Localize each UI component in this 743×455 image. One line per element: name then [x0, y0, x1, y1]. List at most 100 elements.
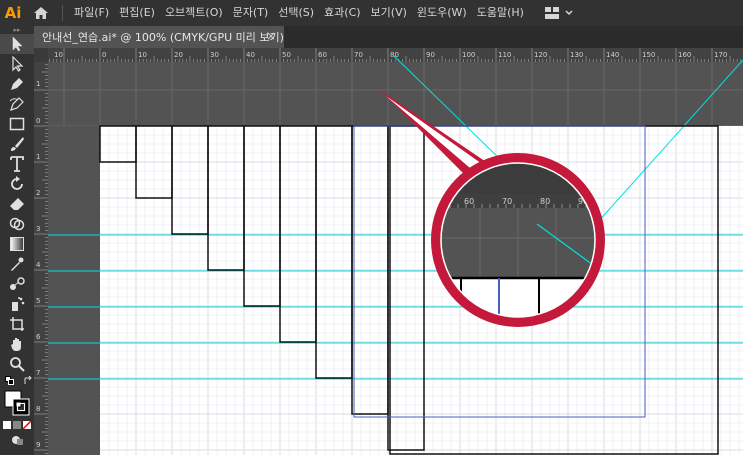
close-icon[interactable]: ×	[266, 29, 276, 43]
magnifier-icon	[10, 357, 25, 372]
ruler-label: 90	[426, 51, 435, 59]
rotate-icon	[11, 176, 23, 190]
eraser-icon	[10, 198, 24, 210]
menu-select[interactable]: 선택(S)	[273, 0, 319, 26]
ruler-label: 70	[354, 51, 363, 59]
zoom-tool[interactable]	[0, 354, 34, 374]
ruler-label: 1	[36, 153, 40, 161]
menu-window[interactable]: 윈도우(W)	[412, 0, 472, 26]
ruler-label: 0	[36, 117, 40, 125]
ruler-label: 110	[498, 51, 511, 59]
ruler-label: 5	[36, 297, 40, 305]
symbol-sprayer-icon	[12, 297, 25, 311]
workspace-grid-icon	[544, 7, 559, 19]
ruler-label: 50	[282, 51, 291, 59]
panel-grip[interactable]: ▸▸	[0, 26, 34, 34]
ruler-label: 2	[36, 189, 40, 197]
gradient-tool[interactable]	[0, 234, 34, 254]
home-button[interactable]	[26, 0, 56, 26]
home-icon	[34, 7, 48, 19]
direct-arrow-icon	[12, 56, 24, 72]
app-logo: Ai	[4, 4, 22, 22]
pen-icon	[11, 78, 23, 90]
zoom-ruler-label: 60	[464, 197, 474, 206]
zoom-ruler-label: 70	[502, 197, 512, 206]
type-icon	[10, 156, 24, 172]
ruler-label: 170	[714, 51, 727, 59]
ruler-label: 100	[462, 51, 475, 59]
blend-tool[interactable]	[0, 274, 34, 294]
zoom-ruler-label: 80	[540, 197, 550, 206]
ruler-label: 20	[174, 51, 183, 59]
default-colors-icon	[5, 376, 14, 385]
ruler-origin[interactable]	[34, 48, 48, 62]
ruler-label: 9	[36, 441, 40, 449]
menu-bar: Ai 파일(F) 편집(E) 오브젝트(O) 문자(T) 선택(S) 효과(C)…	[0, 0, 743, 26]
menu-file[interactable]: 파일(F)	[69, 0, 114, 26]
ruler-label: 30	[210, 51, 219, 59]
document-tab-title: 안내선_연습.ai* @ 100% (CMYK/GPU 미리 보기)	[42, 31, 284, 44]
artboard-tool[interactable]	[0, 314, 34, 334]
menu-view[interactable]: 보기(V)	[366, 0, 412, 26]
ruler-label: 160	[678, 51, 691, 59]
draw-mode-icon	[12, 436, 23, 445]
shape-builder-tool[interactable]	[0, 214, 34, 234]
swap-colors-icon	[24, 376, 32, 384]
menu-effect[interactable]: 효과(C)	[319, 0, 366, 26]
artboard-icon	[10, 317, 24, 331]
fill-stroke-icon	[4, 390, 30, 416]
rectangle-icon	[9, 117, 25, 131]
selection-tool[interactable]	[0, 34, 34, 54]
paintbrush-tool[interactable]	[0, 134, 34, 154]
ruler-label: 3	[36, 225, 40, 233]
menu-object[interactable]: 오브젝트(O)	[160, 0, 228, 26]
artboard[interactable]	[100, 126, 743, 455]
eyedropper-tool[interactable]	[0, 254, 34, 274]
eraser-tool[interactable]	[0, 194, 34, 214]
color-icon	[3, 421, 11, 429]
ruler-label: 150	[642, 51, 655, 59]
ruler-label: 140	[606, 51, 619, 59]
ruler-label: 120	[534, 51, 547, 59]
rectangle-tool[interactable]	[0, 114, 34, 134]
direct-selection-tool[interactable]	[0, 54, 34, 74]
draw-mode-button[interactable]	[0, 432, 34, 448]
curvature-tool[interactable]	[0, 94, 34, 114]
ruler-label: 40	[246, 51, 255, 59]
ruler-label: 0	[102, 51, 106, 59]
blend-icon	[10, 277, 25, 290]
fill-stroke-swatches[interactable]	[0, 388, 34, 418]
hand-icon	[11, 338, 21, 351]
type-tool[interactable]	[0, 154, 34, 174]
hand-tool[interactable]	[0, 334, 34, 354]
ruler-label: 130	[570, 51, 583, 59]
default-fill-stroke[interactable]	[0, 374, 34, 388]
color-mode-buttons[interactable]	[0, 418, 34, 432]
document-tab-bar: 안내선_연습.ai* @ 100% (CMYK/GPU 미리 보기) ×	[34, 26, 743, 48]
rotate-tool[interactable]	[0, 174, 34, 194]
document-tab[interactable]: 안내선_연습.ai* @ 100% (CMYK/GPU 미리 보기) ×	[34, 26, 284, 48]
canvas-drawing: 0 10 20 30 40 50 60 70 80 90 100 110 120 130 140 150 160…	[34, 48, 743, 455]
menu-help[interactable]: 도움말(H)	[472, 0, 529, 26]
ruler-label: 8	[36, 405, 40, 413]
none-icon	[23, 421, 31, 429]
ruler-label: 4	[36, 261, 41, 269]
canvas-area[interactable]: 0 10 20 30 40 50 60 70 80 90 100 110 120 130 140 150 160…	[34, 48, 743, 455]
ruler-label: 80	[390, 51, 399, 59]
menu-type[interactable]: 문자(T)	[228, 0, 274, 26]
tools-panel: ▸▸	[0, 26, 34, 455]
gradient-icon	[10, 237, 24, 251]
ruler-label: 1	[36, 80, 40, 88]
ruler-label: 10	[54, 51, 63, 59]
pasteboard	[48, 126, 100, 455]
ruler-label: 6	[36, 333, 41, 341]
gradient-swatch-icon	[13, 421, 21, 429]
ruler-label: 10	[138, 51, 147, 59]
arrow-icon	[12, 36, 23, 52]
menu-edit[interactable]: 편집(E)	[114, 0, 160, 26]
workspace-switcher[interactable]	[537, 7, 581, 19]
eyedropper-icon	[11, 257, 24, 271]
symbol-sprayer-tool[interactable]	[0, 294, 34, 314]
ruler-label: 7	[36, 369, 40, 377]
pen-tool[interactable]	[0, 74, 34, 94]
